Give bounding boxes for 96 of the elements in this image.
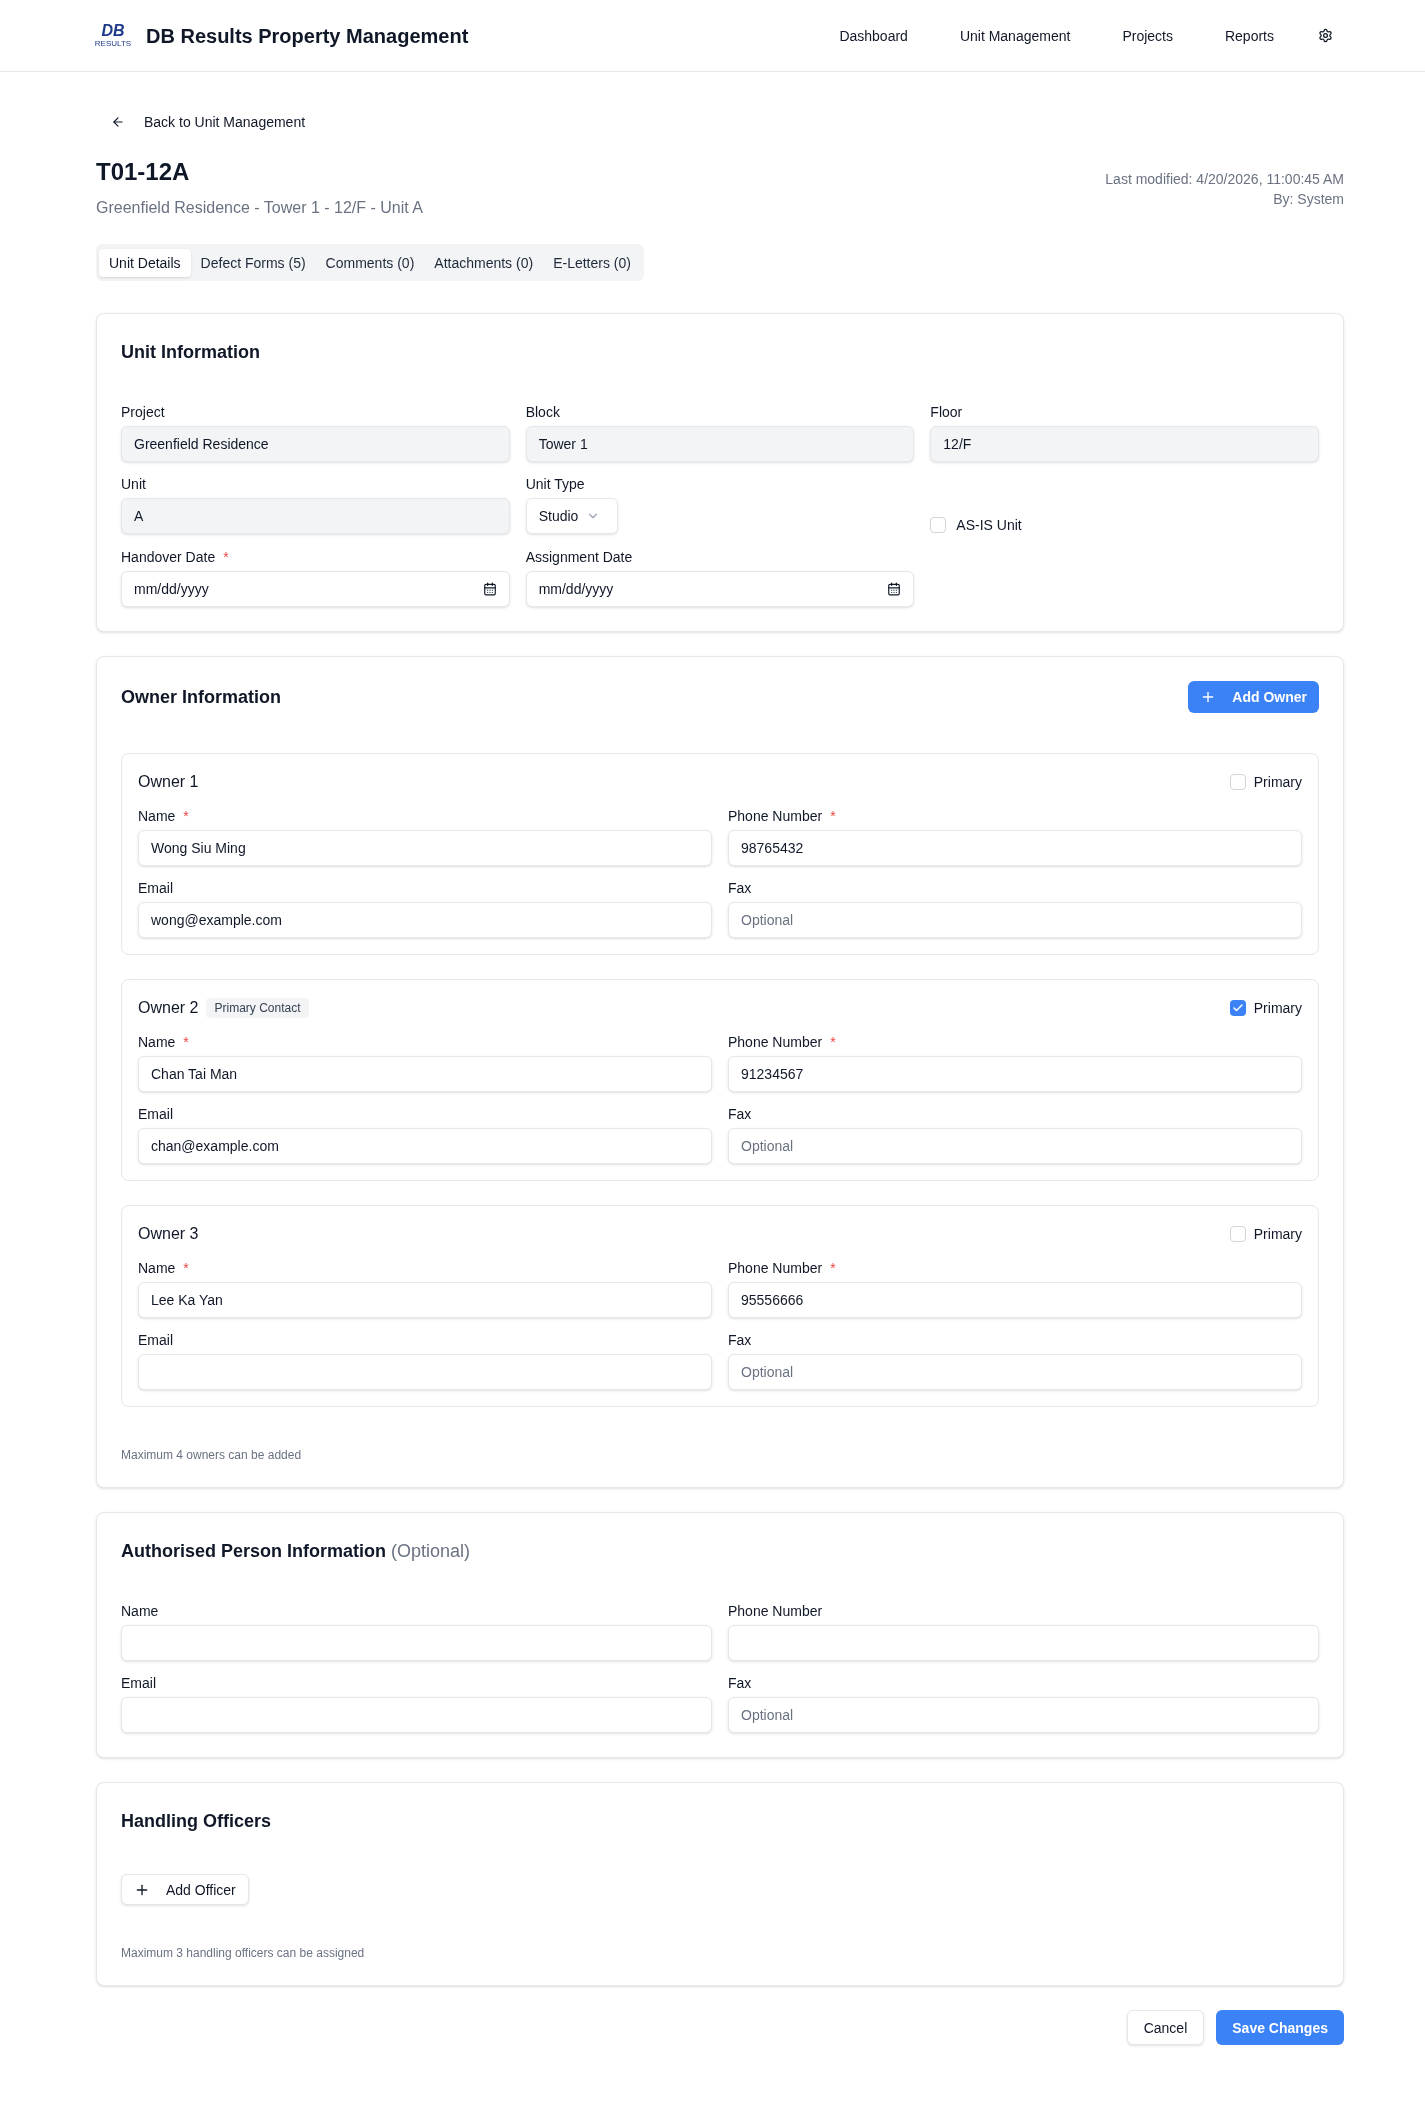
field-label: Name (121, 1602, 159, 1621)
checkbox[interactable] (1229, 774, 1246, 790)
last-modified: Last modified: 4/20/2026, 11:00:45 AM (1105, 170, 1344, 189)
input-field[interactable]: Optional (728, 1697, 1319, 1733)
input-field[interactable]: Optional (728, 1128, 1302, 1164)
unit-subtitle: Greenfield Residence - Tower 1 - 12/F - Unit A (96, 198, 423, 218)
tab[interactable]: Comments (0) (315, 248, 425, 277)
calendar-icon[interactable] (887, 582, 902, 596)
field-label: Handover Date (121, 548, 216, 567)
field-label: Block (525, 403, 560, 422)
field-label: Email (138, 1331, 173, 1350)
required-mark: * (183, 1259, 189, 1278)
input-field[interactable]: Chan Tai Man (138, 1056, 712, 1092)
input-field[interactable]: wong@example.com (138, 902, 712, 938)
section-title: Authorised Person Information (Optional) (121, 1540, 472, 1563)
field-label: Email (138, 1105, 173, 1124)
officer-limit-note: Maximum 3 handling officers can be assigned (121, 1945, 366, 1961)
input-field[interactable]: 98765432 (728, 830, 1302, 866)
field-label: Email (121, 1674, 156, 1693)
back-link[interactable]: Back to Unit Management (111, 112, 306, 132)
cancel-button[interactable]: Cancel (1126, 2010, 1205, 2045)
add-owner-button[interactable]: Add Owner (1188, 681, 1319, 713)
field-label: Phone Number (728, 807, 823, 826)
section-title: Owner Information (121, 686, 281, 709)
owner-title: Owner 3 (138, 1224, 199, 1244)
logo-mark: DB (101, 23, 125, 39)
field-label: Phone Number (728, 1033, 823, 1052)
field-label: Name (138, 1033, 176, 1052)
tab[interactable]: E-Letters (0) (543, 248, 641, 277)
field-label: Phone Number (728, 1259, 823, 1278)
section-title: Handling Officers (121, 1810, 273, 1833)
tab[interactable]: Attachments (0) (424, 248, 544, 277)
select-dropdown[interactable]: Studio (525, 498, 618, 534)
input-field[interactable]: 12/F (930, 426, 1319, 462)
owner-title: Owner 1 (138, 772, 199, 792)
checkbox[interactable] (1229, 1226, 1246, 1242)
required-mark: * (830, 1259, 836, 1278)
input-field[interactable]: 95556666 (728, 1282, 1302, 1318)
owner-limit-note: Maximum 4 owners can be added (121, 1447, 303, 1463)
nav-link[interactable]: Dashboard (839, 25, 908, 46)
required-mark: * (223, 548, 229, 567)
section-title: Unit Information (121, 341, 261, 364)
checkbox-label: Primary (1253, 1225, 1302, 1244)
field-label: Fax (728, 879, 752, 898)
input-field[interactable]: Greenfield Residence (121, 426, 510, 462)
input-field[interactable] (121, 1697, 712, 1733)
date-field[interactable]: mm/dd/yyyy (525, 571, 915, 607)
nav-link[interactable]: Reports (1224, 25, 1274, 46)
field-label: Floor (930, 403, 963, 422)
contact-tag: Primary Contact (206, 998, 309, 1018)
date-field[interactable]: mm/dd/yyyy (121, 571, 510, 607)
input-field[interactable] (138, 1354, 712, 1390)
checkbox[interactable] (1229, 1000, 1246, 1016)
field-label: Fax (728, 1674, 752, 1693)
field-label: Name (138, 807, 176, 826)
nav-link[interactable]: Unit Management (959, 25, 1071, 46)
field-label: Fax (728, 1105, 752, 1124)
settings-icon[interactable] (1318, 28, 1333, 43)
field-label: Assignment Date (525, 548, 633, 567)
add-officer-button[interactable]: Add Officer (121, 1874, 249, 1905)
field-label: Name (138, 1259, 176, 1278)
input-field[interactable] (728, 1625, 1319, 1661)
required-mark: * (183, 1033, 189, 1052)
checkbox-label: Primary (1253, 773, 1302, 792)
logo-caption: RESULTS (94, 39, 132, 48)
required-mark: * (830, 1033, 836, 1052)
check-icon (1231, 1002, 1244, 1014)
input-field[interactable] (121, 1625, 712, 1661)
owner-title: Owner 2 (138, 998, 199, 1018)
nav-link[interactable]: Projects (1122, 25, 1173, 46)
tab[interactable]: Unit Details (99, 248, 191, 277)
input-field[interactable]: chan@example.com (138, 1128, 712, 1164)
input-field[interactable]: Optional (728, 902, 1302, 938)
checkbox-label: AS-IS Unit (956, 516, 1022, 535)
required-mark: * (183, 807, 189, 826)
input-field[interactable]: Optional (728, 1354, 1302, 1390)
required-mark: * (830, 807, 836, 826)
input-field[interactable]: 91234567 (728, 1056, 1302, 1092)
checkbox-label: Primary (1253, 999, 1302, 1018)
field-label: Unit Type (525, 475, 585, 494)
field-label: Project (121, 403, 165, 422)
field-label: Unit (121, 475, 146, 494)
save-button[interactable]: Save Changes (1216, 2010, 1344, 2045)
field-label: Email (138, 879, 173, 898)
field-label: Fax (728, 1331, 752, 1350)
calendar-icon[interactable] (482, 582, 497, 596)
input-field[interactable]: Lee Ka Yan (138, 1282, 712, 1318)
input-field[interactable]: Wong Siu Ming (138, 830, 712, 866)
unit-code: T01-12A (96, 157, 191, 187)
tab[interactable]: Defect Forms (5) (190, 248, 316, 277)
field-label: Phone Number (728, 1602, 823, 1621)
checkbox[interactable] (930, 517, 947, 533)
modified-by: By: System (1272, 190, 1344, 209)
app-title: DB Results Property Management (146, 23, 469, 49)
input-field[interactable]: Tower 1 (525, 426, 915, 462)
input-field[interactable]: A (121, 498, 510, 534)
